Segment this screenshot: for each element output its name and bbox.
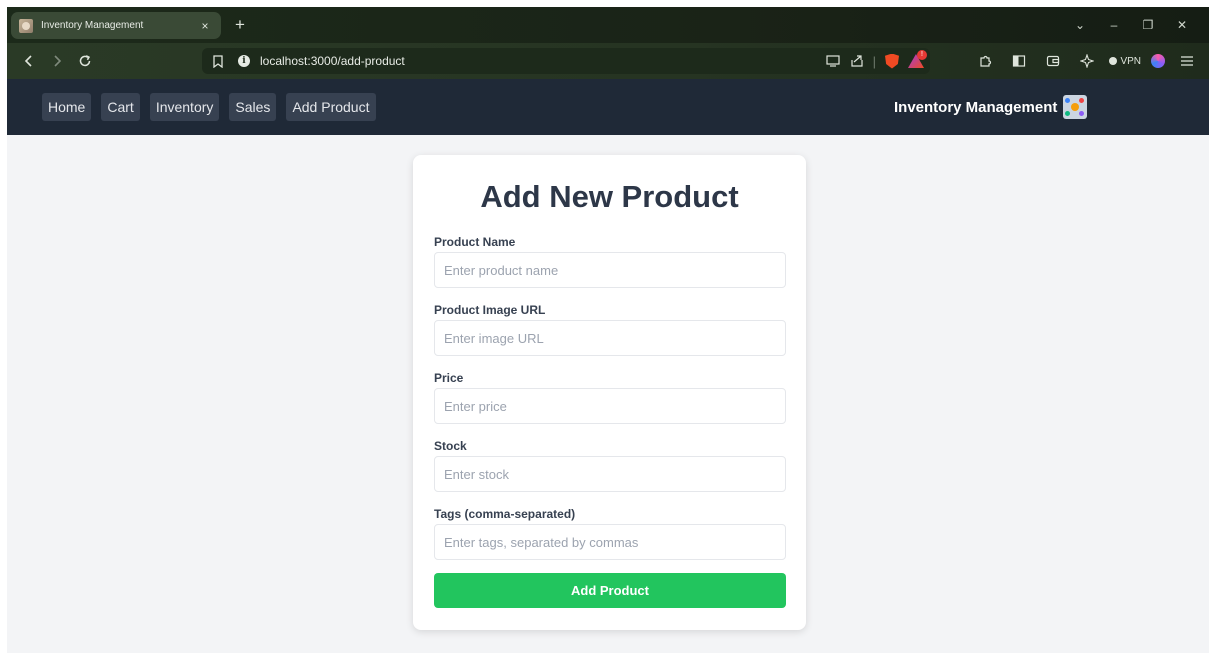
new-tab-icon[interactable]: + [229,13,251,37]
tab-search-chevron-icon[interactable]: ⌄ [1063,15,1097,35]
app-navbar: Home Cart Inventory Sales Add Product In… [7,79,1209,135]
stock-label: Stock [434,439,467,453]
menu-icon[interactable] [1175,49,1199,73]
nav-link-inventory[interactable]: Inventory [149,93,220,121]
sidebar-icon[interactable] [1007,49,1031,73]
forward-icon[interactable] [45,49,69,73]
address-bar[interactable]: i localhost:3000/add-product | ! [202,48,930,74]
nav-link-cart[interactable]: Cart [101,93,140,121]
tab-title: Inventory Management [41,20,144,31]
nav-link-home[interactable]: Home [42,93,92,121]
tags-field: Tags (comma-separated) [434,507,786,560]
brand-title: Inventory Management [894,98,1058,116]
tags-label: Tags (comma-separated) [434,507,576,521]
product-name-input[interactable] [434,252,786,288]
app-favicon-icon [19,18,33,33]
tags-input[interactable] [434,524,786,560]
page-title: Add New Product [480,179,739,214]
brave-rewards-icon[interactable]: ! [908,50,927,69]
price-input[interactable] [434,388,786,424]
bookmark-icon[interactable] [208,51,228,71]
tab-close-icon[interactable]: × [197,19,213,33]
toolbar-right: VPN [973,49,1199,73]
vpn-label: VPN [1120,55,1141,67]
address-bar-actions: | ! [825,50,927,69]
url-text[interactable]: localhost:3000/add-product [260,54,825,68]
browser-window: Inventory Management × + ⌄ – ❐ ✕ i local… [7,7,1209,653]
close-window-icon[interactable]: ✕ [1165,15,1199,35]
add-product-card: Add New Product Product Name Product Ima… [413,155,806,630]
add-product-button[interactable]: Add Product [434,573,786,608]
browser-toolbar: i localhost:3000/add-product | ! VPN [7,43,1209,79]
leo-ai-icon[interactable] [1075,49,1099,73]
profile-avatar-icon[interactable] [1151,54,1165,68]
brand: Inventory Management [894,93,1088,121]
extensions-icon[interactable] [973,49,997,73]
browser-tab[interactable]: Inventory Management × [11,12,221,39]
back-icon[interactable] [17,49,41,73]
rewards-badge: ! [917,50,927,60]
vpn-button[interactable]: VPN [1109,56,1141,67]
restore-icon[interactable]: ❐ [1131,15,1165,35]
product-image-url-input[interactable] [434,320,786,356]
nav-links: Home Cart Inventory Sales Add Product [42,93,376,121]
wallet-icon[interactable] [1041,49,1065,73]
product-name-field: Product Name [434,235,786,288]
reload-icon[interactable] [73,49,97,73]
toolbar-divider: | [872,53,876,69]
site-info-icon[interactable]: i [238,55,250,67]
brave-shields-icon[interactable] [884,53,900,69]
nav-link-add-product[interactable]: Add Product [286,93,376,121]
price-field: Price [434,371,786,424]
product-image-url-label: Product Image URL [434,303,546,317]
tab-strip: Inventory Management × + ⌄ – ❐ ✕ [7,7,1209,43]
vpn-status-icon [1109,57,1118,65]
minimize-icon[interactable]: – [1097,15,1131,35]
brand-logo-icon [1063,95,1088,119]
price-label: Price [434,371,464,385]
nav-link-sales[interactable]: Sales [229,93,277,121]
product-image-url-field: Product Image URL [434,303,786,356]
share-icon[interactable] [849,53,865,69]
window-controls: ⌄ – ❐ ✕ [1063,15,1199,35]
stock-input[interactable] [434,456,786,492]
product-name-label: Product Name [434,235,516,249]
stock-field: Stock [434,439,786,492]
cast-icon[interactable] [825,53,841,69]
